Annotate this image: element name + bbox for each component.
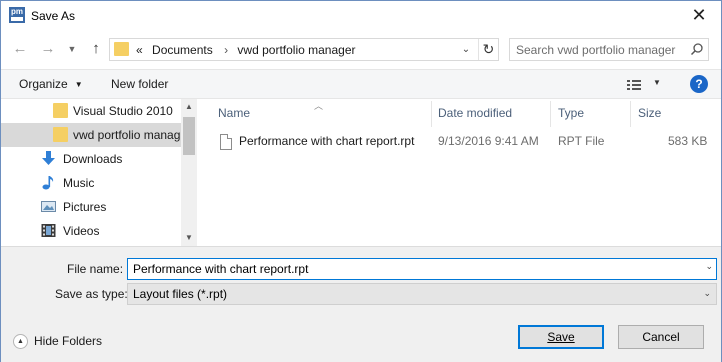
chevron-down-icon: ▼ — [653, 78, 661, 87]
view-grid-icon — [627, 80, 641, 90]
sidebar-item-pictures[interactable]: Pictures — [1, 195, 181, 219]
file-list: ︿ Name Date modified Type Size Performan… — [197, 99, 721, 246]
forward-arrow-icon[interactable]: → — [39, 40, 57, 58]
chevron-down-icon: ▼ — [74, 80, 83, 89]
navigation-bar: ← → ▼ ↑ « Documents › vwd portfolio mana… — [1, 31, 721, 69]
back-arrow-icon[interactable]: ← — [11, 40, 29, 58]
file-date-modified: 9/13/2016 9:41 AM — [438, 134, 539, 148]
file-type: RPT File — [558, 134, 605, 148]
chevron-down-icon[interactable]: ⌄ — [705, 261, 713, 272]
search-box[interactable] — [509, 38, 709, 61]
title-bar: pm Save As ✕ — [1, 1, 721, 31]
save-label: Save — [547, 330, 575, 344]
address-bar[interactable]: « Documents › vwd portfolio manager ⌄ ↻ — [109, 38, 499, 61]
save-as-type-label: Save as type: — [55, 287, 128, 301]
column-header-type[interactable]: Type — [558, 106, 584, 120]
breadcrumb: « Documents › vwd portfolio manager — [136, 43, 361, 57]
help-button[interactable]: ? — [690, 75, 708, 93]
sidebar-item-label: Visual Studio 2010 — [73, 104, 173, 118]
music-icon — [42, 176, 54, 190]
breadcrumb-vwd-portfolio-manager[interactable]: vwd portfolio manager — [237, 43, 355, 57]
up-arrow-icon[interactable]: ↑ — [87, 40, 105, 58]
close-icon[interactable]: ✕ — [685, 3, 713, 29]
cancel-button[interactable]: Cancel — [618, 325, 704, 349]
search-input[interactable] — [516, 42, 686, 58]
save-as-type-select[interactable]: Layout files (*.rpt) ⌄ — [127, 283, 717, 305]
sidebar-item-vwd-portfolio-manager[interactable]: vwd portfolio manag — [1, 123, 181, 147]
document-icon — [220, 134, 232, 150]
sidebar-item-label: Videos — [63, 224, 100, 238]
file-name-label: File name: — [67, 262, 124, 276]
navigation-pane: Visual Studio 2010 vwd portfolio manag D… — [1, 99, 197, 246]
downloads-icon — [42, 151, 55, 165]
recent-locations-dropdown-icon[interactable]: ▼ — [63, 40, 81, 58]
file-name-field[interactable]: ⌄ — [127, 258, 717, 280]
sidebar-item-visual-studio-2010[interactable]: Visual Studio 2010 — [1, 99, 181, 123]
hide-folders-label: Hide Folders — [34, 334, 103, 348]
navigation-pane-scrollbar[interactable]: ▲ ▼ — [181, 99, 197, 246]
save-as-type-value: Layout files (*.rpt) — [133, 287, 228, 301]
app-icon-text: pm — [11, 7, 23, 16]
sidebar-item-label: Downloads — [63, 152, 123, 166]
folder-icon — [53, 103, 68, 118]
sidebar-item-videos[interactable]: Videos — [1, 219, 181, 243]
scroll-up-icon[interactable]: ▲ — [181, 99, 197, 115]
sidebar-item-label: vwd portfolio manag — [73, 128, 181, 142]
refresh-icon[interactable]: ↻ — [478, 39, 498, 60]
save-form: File name: ⌄ Save as type: Layout files … — [1, 246, 721, 362]
column-header-size[interactable]: Size — [638, 106, 661, 120]
scroll-down-icon[interactable]: ▼ — [181, 230, 197, 246]
file-size: 583 KB — [668, 134, 708, 148]
breadcrumb-documents[interactable]: Documents — [152, 43, 213, 57]
chevron-down-icon[interactable]: ⌄ — [458, 42, 474, 58]
sidebar-item-music[interactable]: Music — [1, 171, 181, 195]
window-title: Save As — [31, 9, 76, 23]
save-as-dialog: pm Save As ✕ ← → ▼ ↑ « Documents › vwd p… — [0, 0, 722, 362]
new-folder-button[interactable]: New folder — [111, 77, 168, 91]
organize-button[interactable]: Organize ▼ — [19, 77, 83, 91]
chevron-up-icon: ▲ — [13, 334, 28, 349]
file-name: Performance with chart report.rpt — [239, 134, 415, 148]
scrollbar-thumb[interactable] — [183, 117, 195, 155]
organize-label: Organize — [19, 77, 68, 91]
column-header-name[interactable]: Name — [218, 106, 250, 120]
sidebar-item-label: Pictures — [63, 200, 107, 214]
file-row[interactable]: Performance with chart report.rpt 9/13/2… — [209, 131, 715, 153]
app-icon: pm — [9, 7, 25, 23]
folder-icon — [53, 127, 68, 142]
column-header-date-modified[interactable]: Date modified — [438, 106, 512, 120]
breadcrumb-overflow[interactable]: « — [136, 43, 143, 57]
search-icon[interactable] — [690, 42, 704, 56]
sort-ascending-icon: ︿ — [314, 101, 324, 111]
pictures-icon — [41, 201, 56, 212]
chevron-down-icon: ⌄ — [703, 288, 711, 298]
file-name-input[interactable] — [133, 261, 693, 277]
sidebar-item-label: Music — [63, 176, 95, 190]
command-bar: Organize ▼ New folder ▼ ? — [1, 69, 721, 99]
breadcrumb-separator: › — [224, 43, 229, 57]
sidebar-item-downloads[interactable]: Downloads — [1, 147, 181, 171]
change-view-button[interactable]: ▼ — [625, 77, 665, 93]
folder-icon — [114, 42, 129, 56]
videos-icon — [41, 224, 56, 237]
save-button[interactable]: Save — [518, 325, 604, 349]
